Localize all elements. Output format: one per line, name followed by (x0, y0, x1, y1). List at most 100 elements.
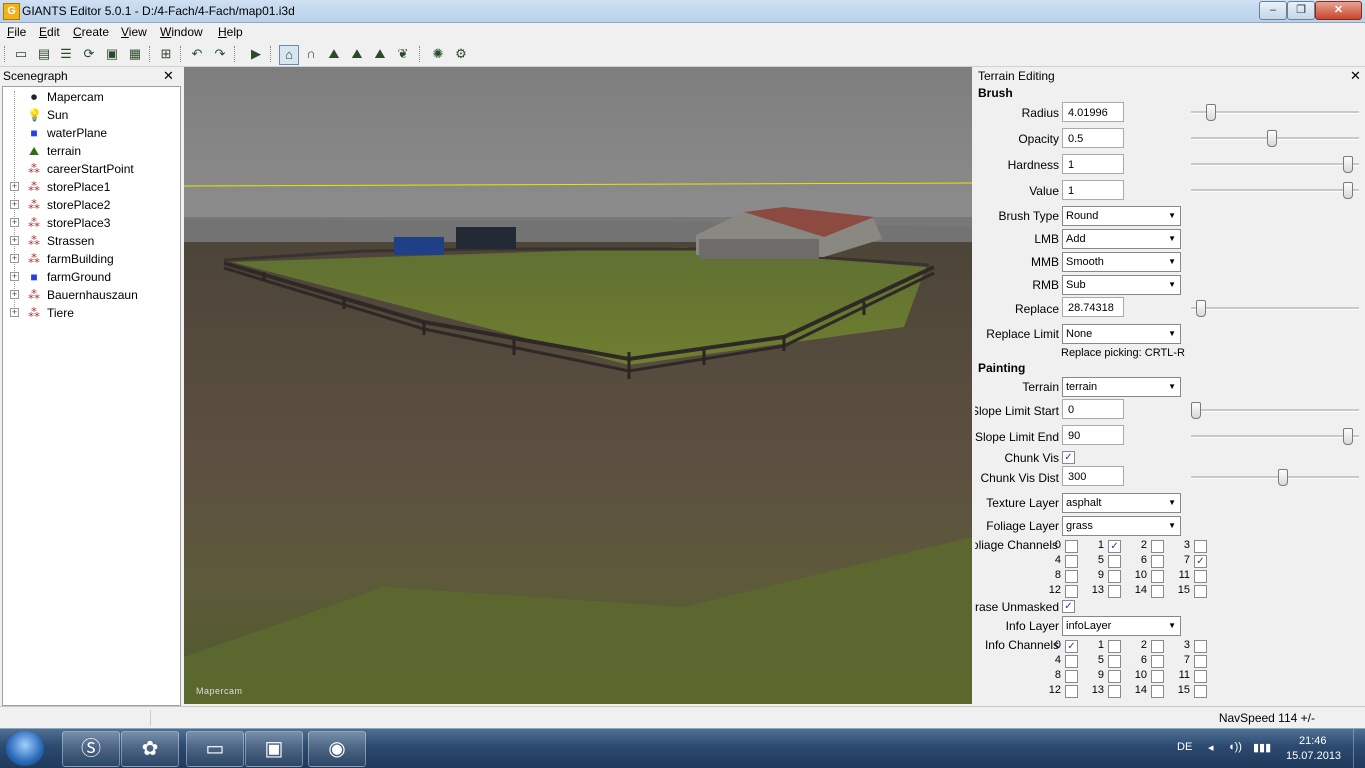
value-slider[interactable] (1191, 182, 1359, 199)
chrome-taskbar-icon[interactable]: ◉ (308, 731, 366, 767)
slider-thumb[interactable] (1277, 469, 1288, 486)
channel-checkbox[interactable] (1108, 670, 1121, 683)
erase-unmasked-checkbox[interactable]: ✓ (1062, 600, 1075, 613)
clock-time[interactable]: 21:46 (1299, 735, 1327, 747)
document-list-icon[interactable]: ☰ (57, 45, 75, 63)
slider-thumb[interactable] (1267, 130, 1277, 147)
undo-icon[interactable]: ↶ (188, 45, 206, 63)
expand-icon[interactable]: + (10, 182, 19, 191)
opacity-slider[interactable] (1191, 130, 1359, 147)
slider-thumb[interactable] (1343, 182, 1353, 199)
channel-checkbox[interactable] (1194, 655, 1207, 668)
save-icon[interactable]: ▣ (103, 45, 121, 63)
channel-checkbox[interactable] (1065, 540, 1078, 553)
gear-icon[interactable]: ⚙ (452, 45, 470, 63)
chunk-vis-checkbox[interactable]: ✓ (1062, 451, 1075, 464)
channel-checkbox[interactable] (1194, 585, 1207, 598)
channel-checkbox[interactable] (1194, 540, 1207, 553)
replace-slider[interactable] (1191, 300, 1359, 317)
expand-icon[interactable]: + (10, 272, 19, 281)
radius-slider[interactable] (1191, 104, 1359, 121)
language-indicator[interactable]: DE (1177, 741, 1192, 753)
icq-taskbar-icon[interactable]: ✿ (121, 731, 179, 767)
slope-limit-end-slider[interactable] (1191, 428, 1359, 445)
scenegraph-item[interactable]: ⏺ Mapercam (3, 88, 178, 106)
save-as-icon[interactable]: ▦ (126, 45, 144, 63)
scenegraph-item[interactable]: + ⁂ storePlace2 (3, 196, 178, 214)
channel-checkbox[interactable] (1065, 655, 1078, 668)
scenegraph-close-icon[interactable]: ✕ (163, 68, 174, 84)
slider-thumb[interactable] (1343, 156, 1353, 173)
menu-help[interactable]: Help (218, 25, 243, 39)
expand-icon[interactable]: + (10, 200, 19, 209)
particle-icon[interactable]: ✺ (429, 45, 447, 63)
channel-checkbox[interactable] (1108, 585, 1121, 598)
scenegraph-item[interactable]: ⁂ careerStartPoint (3, 160, 178, 178)
channel-checkbox[interactable] (1065, 570, 1078, 583)
scenegraph-item[interactable]: ■ waterPlane (3, 124, 178, 142)
channel-checkbox[interactable]: ✓ (1065, 640, 1078, 653)
start-button[interactable] (6, 731, 44, 766)
import-icon[interactable]: ⊞ (157, 45, 175, 63)
rmb-select[interactable]: Sub ▼ (1062, 275, 1181, 295)
menu-file[interactable]: File (7, 25, 26, 39)
chunk-vis-dist-field[interactable]: 300 (1062, 466, 1124, 486)
radius-field[interactable]: 4.01996 (1062, 102, 1124, 122)
maximize-button[interactable]: ❐ (1287, 1, 1315, 20)
refresh-icon[interactable]: ⟳ (80, 45, 98, 63)
channel-checkbox[interactable] (1108, 555, 1121, 568)
channel-checkbox[interactable] (1065, 585, 1078, 598)
scenegraph-item[interactable]: + ⁂ Strassen (3, 232, 178, 250)
volume-icon[interactable]: ◖)) (1228, 741, 1242, 753)
channel-checkbox[interactable] (1108, 640, 1121, 653)
terrain-texture-icon[interactable]: ⛰ (371, 45, 389, 63)
channel-checkbox[interactable] (1194, 670, 1207, 683)
hardness-field[interactable]: 1 (1062, 154, 1124, 174)
close-button[interactable]: ✕ (1315, 1, 1362, 20)
clock-date[interactable]: 15.07.2013 (1286, 750, 1341, 762)
tray-arrow-icon[interactable]: ◂ (1208, 741, 1214, 754)
new-file-icon[interactable]: ▭ (12, 45, 30, 63)
terrain-sculpt-icon[interactable]: ⛰ (325, 45, 343, 63)
open-folder-icon[interactable]: ▤ (35, 45, 53, 63)
expand-icon[interactable]: + (10, 308, 19, 317)
chunk-vis-dist-slider[interactable] (1191, 469, 1359, 486)
channel-checkbox[interactable] (1151, 570, 1164, 583)
expand-icon[interactable]: + (10, 290, 19, 299)
mmb-select[interactable]: Smooth ▼ (1062, 252, 1181, 272)
play-icon[interactable]: ▶ (247, 45, 265, 63)
scenegraph-item[interactable]: 💡 Sun (3, 106, 178, 124)
scenegraph-item[interactable]: + ⁂ Bauernhauszaun (3, 286, 178, 304)
channel-checkbox[interactable] (1151, 585, 1164, 598)
menu-create[interactable]: Create (73, 25, 109, 39)
terrain-select[interactable]: terrain ▼ (1062, 377, 1181, 397)
foliage-layer-select[interactable]: grass ▼ (1062, 516, 1181, 536)
replace-limit-select[interactable]: None ▼ (1062, 324, 1181, 344)
slider-thumb[interactable] (1195, 300, 1206, 317)
skype-taskbar-icon[interactable]: Ⓢ (62, 731, 120, 767)
scenegraph-item[interactable]: + ⁂ farmBuilding (3, 250, 178, 268)
channel-checkbox[interactable] (1065, 555, 1078, 568)
channel-checkbox[interactable] (1151, 670, 1164, 683)
show-desktop-button[interactable] (1353, 729, 1365, 768)
file-explorer-taskbar-icon[interactable]: ▭ (186, 731, 244, 767)
slider-thumb[interactable] (1191, 402, 1201, 419)
terrain-paint-icon[interactable]: ⛰ (348, 45, 366, 63)
foliage-paint-icon[interactable]: ❦ (394, 45, 412, 63)
texture-layer-select[interactable]: asphalt ▼ (1062, 493, 1181, 513)
channel-checkbox[interactable]: ✓ (1108, 540, 1121, 553)
channel-checkbox[interactable] (1194, 640, 1207, 653)
hardness-slider[interactable] (1191, 156, 1359, 173)
expand-icon[interactable]: + (10, 254, 19, 263)
network-icon[interactable]: ▮▮▮ (1253, 741, 1271, 754)
scenegraph-tree[interactable]: ⏺ Mapercam 💡 Sun ■ waterPlane ⛰ terrain ⁂ careerS… (2, 86, 181, 706)
channel-checkbox[interactable]: ✓ (1194, 555, 1207, 568)
replace-field[interactable]: 28.74318 (1062, 297, 1124, 317)
slider-thumb[interactable] (1343, 428, 1353, 445)
channel-checkbox[interactable] (1065, 670, 1078, 683)
scenegraph-item[interactable]: + ■ farmGround (3, 268, 178, 286)
channel-checkbox[interactable] (1151, 685, 1164, 698)
channel-checkbox[interactable] (1194, 685, 1207, 698)
expand-icon[interactable]: + (10, 236, 19, 245)
channel-checkbox[interactable] (1108, 655, 1121, 668)
